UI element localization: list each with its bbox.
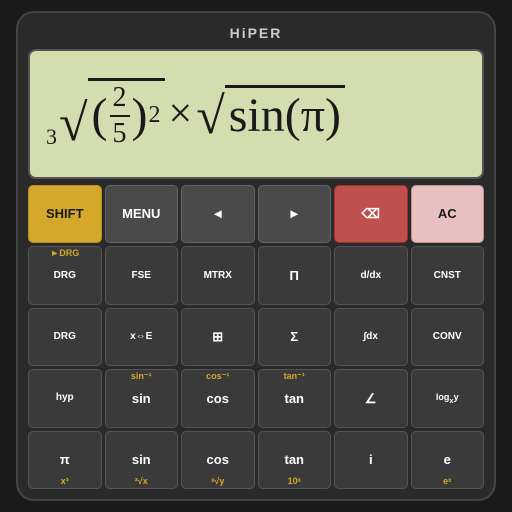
calculator: HiPER 3 √ ( 2 5 ) 2 × √ (16, 11, 496, 501)
menu-label: MENU (122, 206, 160, 222)
app-title: HiPER (28, 23, 484, 43)
menu-button[interactable]: MENU (105, 185, 179, 243)
i-label: i (369, 452, 373, 468)
sin-main-label: sin (132, 452, 151, 468)
tan-main-label: tan (285, 452, 305, 468)
mtrx-label: MTRX (204, 270, 232, 282)
sin-main-button[interactable]: sin ³√x (105, 431, 179, 489)
ddx-button[interactable]: d/dx (334, 246, 408, 304)
sqrt-symbol: √ sin(π) (196, 85, 345, 143)
cos-inv-button[interactable]: cos⁻¹ cos (181, 369, 255, 427)
cos-main-label: cos (207, 452, 229, 468)
grid-button[interactable]: ⊞ (181, 308, 255, 366)
sigma-label: Σ (290, 329, 298, 345)
drg-main-label: DRG (54, 270, 76, 282)
drg-shift-button[interactable]: ►DRG DRG (28, 246, 102, 304)
cos-sub: ˣ√y (211, 477, 224, 486)
xe-button[interactable]: x⇔E (105, 308, 179, 366)
grid-label: ⊞ (212, 329, 223, 345)
button-row-2: ►DRG DRG FSE MTRX Π d/dx CNST (28, 246, 484, 304)
fse-label: FSE (132, 270, 151, 282)
display-screen: 3 √ ( 2 5 ) 2 × √ sin(π) (28, 49, 484, 179)
backspace-label: ⌫ (362, 206, 380, 222)
tan-inv-main: tan (285, 391, 305, 407)
ddx-label: d/dx (360, 270, 381, 282)
button-row-5: π x³ sin ³√x cos ˣ√y tan 10ˣ i e eˣ (28, 431, 484, 489)
cos-main-button[interactable]: cos ˣ√y (181, 431, 255, 489)
tan-sub: 10ˣ (288, 477, 301, 486)
sin-inv-main: sin (132, 391, 151, 407)
angle-label: ∠ (365, 391, 377, 407)
pi-sub: x³ (61, 477, 69, 486)
sin-inv-top: sin⁻¹ (131, 372, 152, 381)
cnst-label: CNST (434, 270, 461, 282)
cbrt-symbol: 3 √ ( 2 5 ) 2 (46, 78, 165, 150)
pi-label: π (60, 452, 70, 468)
left-button[interactable]: ◄ (181, 185, 255, 243)
cos-inv-top: cos⁻¹ (206, 372, 229, 381)
frac-denominator: 5 (110, 117, 130, 151)
e-label: e (444, 452, 451, 468)
tan-inv-button[interactable]: tan⁻¹ tan (258, 369, 332, 427)
conv-label: CONV (433, 331, 462, 343)
intdx-button[interactable]: ∫dx (334, 308, 408, 366)
open-paren: ( (92, 88, 108, 143)
button-grid: SHIFT MENU ◄ ► ⌫ AC ►DRG DRG (28, 185, 484, 489)
fraction: 2 5 (110, 81, 130, 150)
sigma-button[interactable]: Σ (258, 308, 332, 366)
cnst-button[interactable]: CNST (411, 246, 485, 304)
hyp-label: hyp (56, 392, 74, 404)
button-row-4: hyp sin⁻¹ sin cos⁻¹ cos tan⁻¹ tan ∠ logx… (28, 369, 484, 427)
e-button[interactable]: e eˣ (411, 431, 485, 489)
sin-sub: ³√x (135, 477, 148, 486)
button-row-1: SHIFT MENU ◄ ► ⌫ AC (28, 185, 484, 243)
left-label: ◄ (211, 206, 224, 222)
tan-main-button[interactable]: tan 10ˣ (258, 431, 332, 489)
right-label: ► (288, 206, 301, 222)
mtrx-button[interactable]: MTRX (181, 246, 255, 304)
frac-numerator: 2 (110, 81, 130, 117)
close-paren: ) (132, 88, 148, 143)
times-operator: × (169, 90, 193, 138)
sqrt-content: sin(π) (225, 85, 345, 143)
logy-button[interactable]: logxy (411, 369, 485, 427)
pi-shift-label: Π (290, 268, 299, 284)
drg-label: DRG (54, 331, 76, 343)
i-button[interactable]: i (334, 431, 408, 489)
tan-inv-top: tan⁻¹ (284, 372, 305, 381)
fse-button[interactable]: FSE (105, 246, 179, 304)
drg-top-label: ►DRG (50, 249, 79, 258)
ac-label: AC (438, 206, 457, 222)
cbrt-content: ( 2 5 ) 2 (88, 78, 165, 150)
button-row-3: DRG x⇔E ⊞ Σ ∫dx CONV (28, 308, 484, 366)
backspace-button[interactable]: ⌫ (334, 185, 408, 243)
xe-label: x⇔E (130, 331, 152, 343)
angle-button[interactable]: ∠ (334, 369, 408, 427)
shift-button[interactable]: SHIFT (28, 185, 102, 243)
drg-button[interactable]: DRG (28, 308, 102, 366)
exponent-2: 2 (149, 102, 161, 129)
hyp-button[interactable]: hyp (28, 369, 102, 427)
right-button[interactable]: ► (258, 185, 332, 243)
ac-button[interactable]: AC (411, 185, 485, 243)
display-expression: 3 √ ( 2 5 ) 2 × √ sin(π) (46, 78, 345, 150)
radical-cbrt: √ (59, 98, 88, 150)
logy-label: logxy (436, 392, 459, 405)
intdx-label: ∫dx (364, 331, 378, 343)
e-sub: eˣ (443, 477, 451, 486)
pi-shift-button[interactable]: Π (258, 246, 332, 304)
conv-button[interactable]: CONV (411, 308, 485, 366)
cbrt-index: 3 (46, 124, 57, 150)
sin-inv-button[interactable]: sin⁻¹ sin (105, 369, 179, 427)
pi-button[interactable]: π x³ (28, 431, 102, 489)
shift-label: SHIFT (46, 206, 84, 222)
cos-inv-main: cos (207, 391, 229, 407)
radical-sqrt: √ (196, 91, 225, 143)
